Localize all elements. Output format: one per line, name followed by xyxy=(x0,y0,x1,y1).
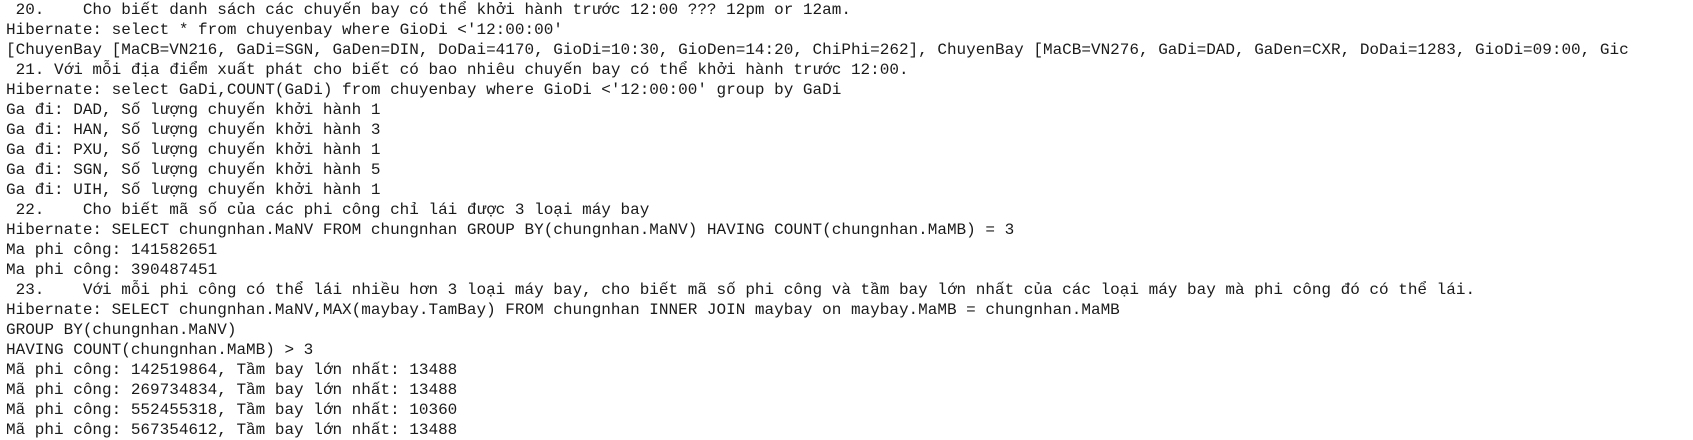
console-line-result: Ga đi: UIH, Số lượng chuyến khởi hành 1 xyxy=(6,181,381,199)
console-line-result: Ga đi: SGN, Số lượng chuyến khởi hành 5 xyxy=(6,161,381,179)
console-line-sql-continued: HAVING COUNT(chungnhan.MaMB) > 3 xyxy=(6,341,314,359)
console-line-hibernate-sql: Hibernate: select * from chuyenbay where… xyxy=(6,21,563,39)
console-line-query-22-heading: 22. Cho biết mã số của các phi công chỉ … xyxy=(6,201,650,219)
console-line-result: Mã phi công: 269734834, Tầm bay lớn nhất… xyxy=(6,381,458,399)
console-line-query-23-heading: 23. Với mỗi phi công có thể lái nhiều hơ… xyxy=(6,281,1476,299)
console-line-hibernate-sql: Hibernate: SELECT chungnhan.MaNV,MAX(may… xyxy=(6,301,1120,319)
console-line-result: Mã phi công: 552455318, Tầm bay lớn nhất… xyxy=(6,401,458,419)
console-line-result: Ga đi: HAN, Số lượng chuyến khởi hành 3 xyxy=(6,121,381,139)
console-line-result: Ga đi: PXU, Số lượng chuyến khởi hành 1 xyxy=(6,141,381,159)
console-line-hibernate-sql: Hibernate: SELECT chungnhan.MaNV FROM ch… xyxy=(6,221,1015,239)
console-line-result-list: [ChuyenBay [MaCB=VN216, GaDi=SGN, GaDen=… xyxy=(6,41,1629,59)
console-line-query-21-heading: 21. Với mỗi địa điểm xuất phát cho biết … xyxy=(6,61,909,79)
console-line-sql-continued: GROUP BY(chungnhan.MaNV) xyxy=(6,321,237,339)
console-line-result: Ma phi công: 390487451 xyxy=(6,261,218,279)
console-line-hibernate-sql: Hibernate: select GaDi,COUNT(GaDi) from … xyxy=(6,81,842,99)
console-line-result: Ma phi công: 141582651 xyxy=(6,241,218,259)
console-output[interactable]: 20. Cho biết danh sách các chuyến bay có… xyxy=(0,0,1693,440)
console-line-query-20-heading: 20. Cho biết danh sách các chuyến bay có… xyxy=(6,1,851,19)
console-line-result: Ga đi: DAD, Số lượng chuyến khởi hành 1 xyxy=(6,101,381,119)
console-line-result: Mã phi công: 567354612, Tầm bay lớn nhất… xyxy=(6,421,458,439)
console-line-result: Mã phi công: 142519864, Tầm bay lớn nhất… xyxy=(6,361,458,379)
